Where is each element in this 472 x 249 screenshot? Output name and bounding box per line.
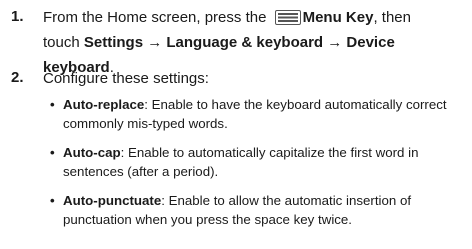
- bullet-icon: •: [50, 193, 55, 208]
- step-number: 2.: [11, 69, 24, 86]
- instruction-document: 1. From the Home screen, press the Menu …: [0, 0, 472, 249]
- step-text: Configure these settings:: [43, 70, 209, 87]
- list-item-auto-replace: • Auto-replace: Enable to have the keybo…: [50, 95, 464, 133]
- list-item-auto-punctuate: • Auto-punctuate: Enable to allow the au…: [50, 191, 464, 229]
- step-1-touch: touch: [43, 34, 84, 51]
- setting-term: Auto-replace: [63, 97, 145, 112]
- step-1-intro: From the Home screen, press the: [43, 9, 267, 26]
- step-1-then: , then: [373, 9, 411, 26]
- menu-key-label: Menu Key: [302, 9, 374, 26]
- step-number: 1.: [11, 8, 24, 25]
- list-item-auto-cap: • Auto-cap: Enable to automatically capi…: [50, 143, 464, 181]
- setting-term: Auto-punctuate: [63, 193, 162, 208]
- bullet-icon: •: [50, 145, 55, 160]
- setting-term: Auto-cap: [63, 145, 121, 160]
- menu-key-icon: [274, 10, 301, 25]
- settings-list: • Auto-replace: Enable to have the keybo…: [50, 95, 464, 239]
- bullet-icon: •: [50, 97, 55, 112]
